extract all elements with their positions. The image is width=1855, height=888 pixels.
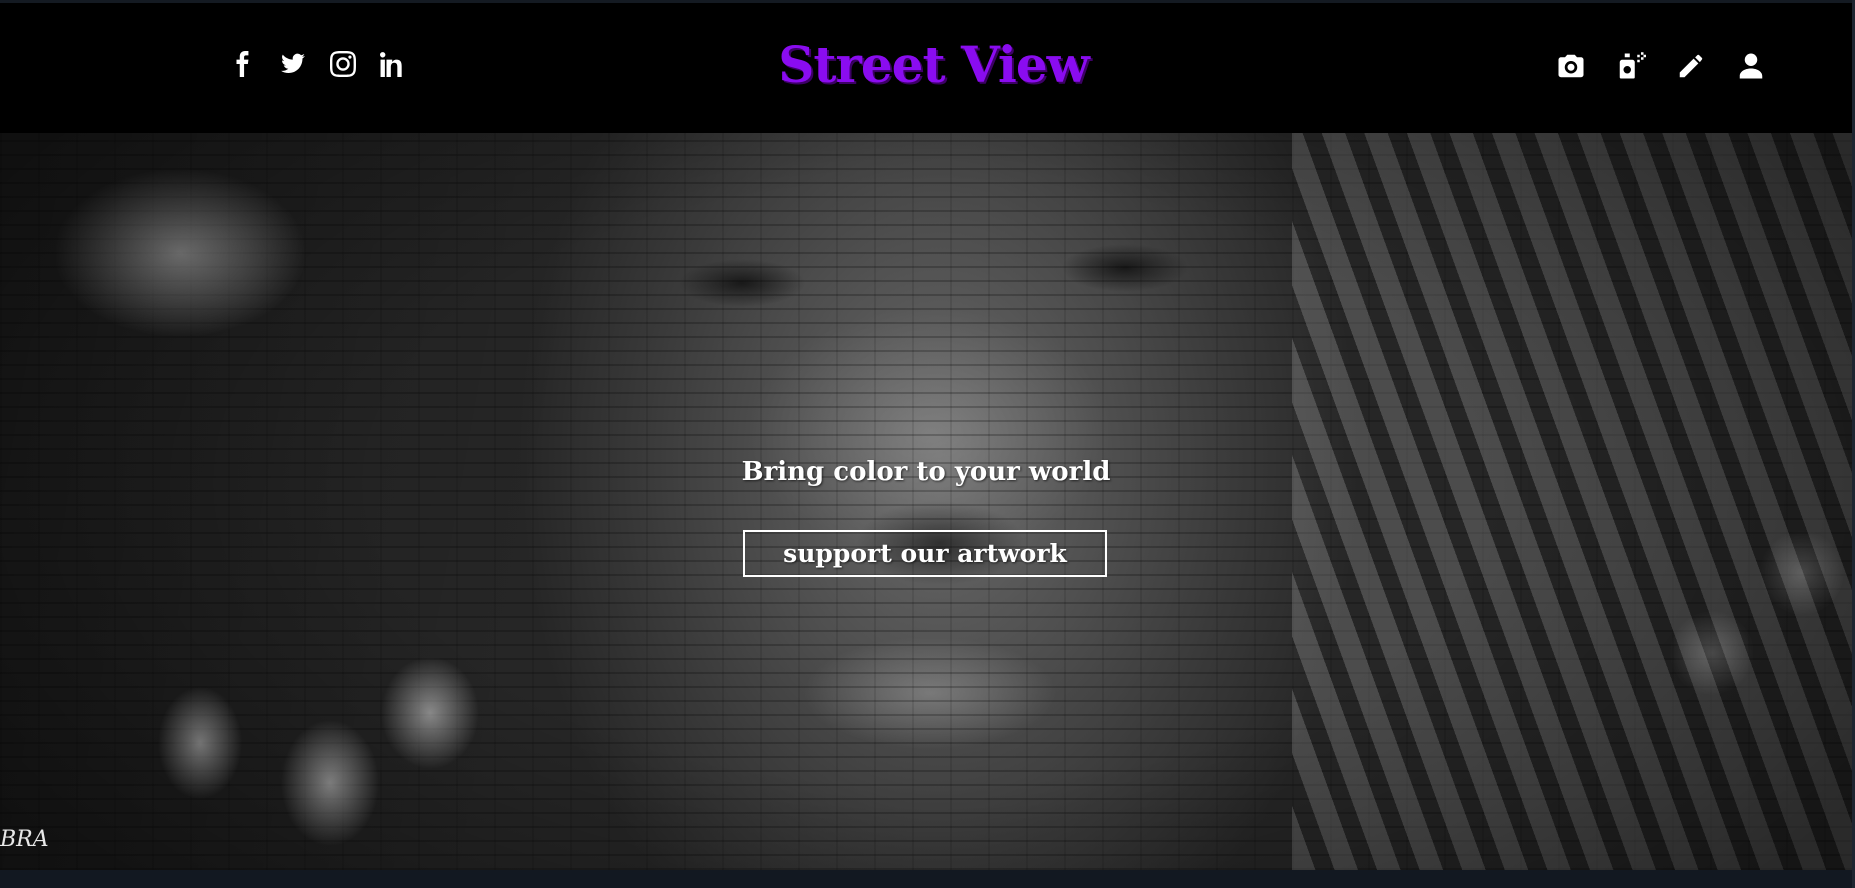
camera-icon[interactable] bbox=[1556, 51, 1586, 81]
pencil-icon[interactable] bbox=[1676, 51, 1706, 81]
hero-banner: BRA Bring color to your world support ou… bbox=[0, 133, 1852, 870]
spray-can-icon[interactable] bbox=[1616, 51, 1646, 81]
user-icon[interactable] bbox=[1736, 51, 1766, 81]
hero-tagline: Bring color to your world bbox=[741, 457, 1111, 487]
mural-signature: BRA bbox=[0, 827, 49, 852]
toolbar bbox=[1556, 51, 1766, 81]
page: Street View BRA Bring color to your worl… bbox=[0, 0, 1852, 870]
hero-vignette bbox=[0, 133, 1852, 870]
site-title-text: Street View bbox=[778, 35, 1089, 94]
support-artwork-button[interactable]: support our artwork bbox=[743, 530, 1107, 577]
site-header: Street View bbox=[0, 3, 1852, 133]
